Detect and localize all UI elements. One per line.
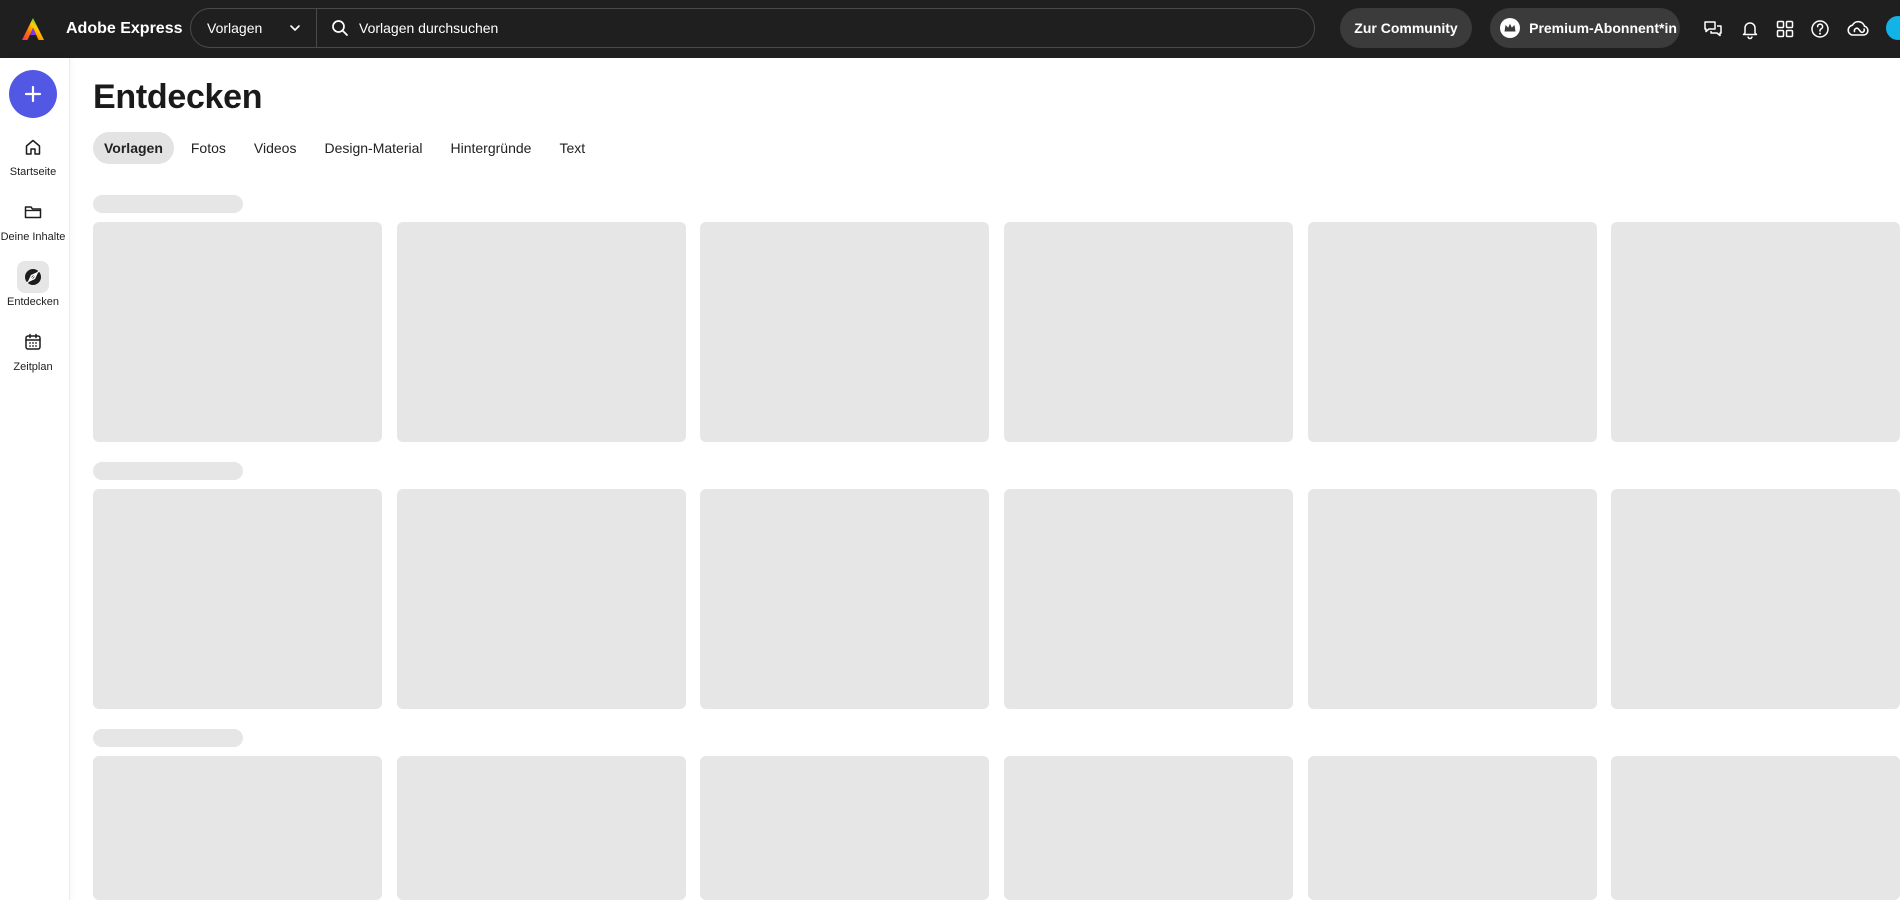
search-icon (332, 20, 348, 36)
bell-icon[interactable] (1737, 16, 1763, 42)
tab-fotos[interactable]: Fotos (180, 132, 237, 164)
search-scope-dropdown[interactable]: Vorlagen (191, 9, 317, 47)
rail-item-label: Entdecken (7, 296, 59, 308)
skeleton-card (700, 489, 989, 709)
skeleton-card (397, 222, 686, 442)
skeleton-card (1611, 756, 1900, 900)
app-name: Adobe Express (66, 20, 183, 37)
create-button[interactable] (9, 70, 57, 118)
tab-design-material[interactable]: Design-Material (313, 132, 433, 164)
skeleton-card (1308, 222, 1597, 442)
tab-text[interactable]: Text (548, 132, 596, 164)
plus-icon (24, 85, 42, 103)
rail-item-zeitplan[interactable]: Zeitplan (0, 326, 66, 373)
premium-button-label: Premium-Abonnent*in (1529, 20, 1677, 36)
skeleton-card (700, 222, 989, 442)
compass-icon (25, 269, 41, 285)
home-icon (25, 139, 41, 155)
folder-icon (24, 206, 42, 219)
search-input[interactable] (359, 9, 1314, 47)
rail-item-deine-inhalte[interactable]: Deine Inhalte (0, 196, 66, 243)
avatar[interactable] (1886, 16, 1900, 40)
premium-button[interactable]: Premium-Abonnent*in (1490, 8, 1680, 48)
chat-icon[interactable] (1700, 16, 1726, 42)
tab-videos[interactable]: Videos (243, 132, 308, 164)
skeleton-card (93, 489, 382, 709)
skeleton-card (1004, 489, 1293, 709)
skeleton-section-title (93, 462, 243, 480)
skeleton-card (93, 756, 382, 900)
skeleton-card (93, 222, 382, 442)
skeleton-card (1308, 489, 1597, 709)
help-icon[interactable] (1807, 16, 1833, 42)
skeleton-card (397, 489, 686, 709)
community-button-label: Zur Community (1354, 20, 1458, 36)
creative-cloud-icon[interactable] (1843, 16, 1873, 42)
skeleton-card (1611, 222, 1900, 442)
premium-crown-icon (1500, 18, 1521, 38)
skeleton-card (1004, 756, 1293, 900)
rail-item-startseite[interactable]: Startseite (0, 131, 66, 178)
brand[interactable]: Adobe Express (20, 0, 190, 58)
calendar-icon (25, 333, 41, 350)
tab-vorlagen[interactable]: Vorlagen (93, 132, 174, 164)
top-bar: Adobe Express Vorlagen Zur Community Pre… (0, 0, 1900, 58)
tab-hintergruende[interactable]: Hintergründe (440, 132, 543, 164)
rail-item-label: Zeitplan (13, 361, 53, 373)
skeleton-section-title (93, 195, 243, 213)
category-tabs: Vorlagen Fotos Videos Design-Material Hi… (93, 132, 602, 164)
community-button[interactable]: Zur Community (1340, 8, 1472, 48)
search-bar: Vorlagen (190, 8, 1315, 48)
adobe-express-logo (22, 18, 44, 40)
chevron-down-icon (290, 25, 300, 31)
apps-grid-icon[interactable] (1772, 16, 1798, 42)
skeleton-card (700, 756, 989, 900)
rail-item-label: Startseite (9, 166, 57, 178)
skeleton-section-title (93, 729, 243, 747)
page-title: Entdecken (93, 78, 263, 116)
skeleton-card (1004, 222, 1293, 442)
rail-item-entdecken[interactable]: Entdecken (0, 261, 66, 308)
rail-item-label: Deine Inhalte (0, 231, 66, 243)
skeleton-card (1308, 756, 1597, 900)
skeleton-card (397, 756, 686, 900)
skeleton-card (1611, 489, 1900, 709)
search-scope-label: Vorlagen (207, 20, 263, 36)
left-rail: Startseite Deine Inhalte Entdecken Zeitp… (0, 58, 70, 900)
